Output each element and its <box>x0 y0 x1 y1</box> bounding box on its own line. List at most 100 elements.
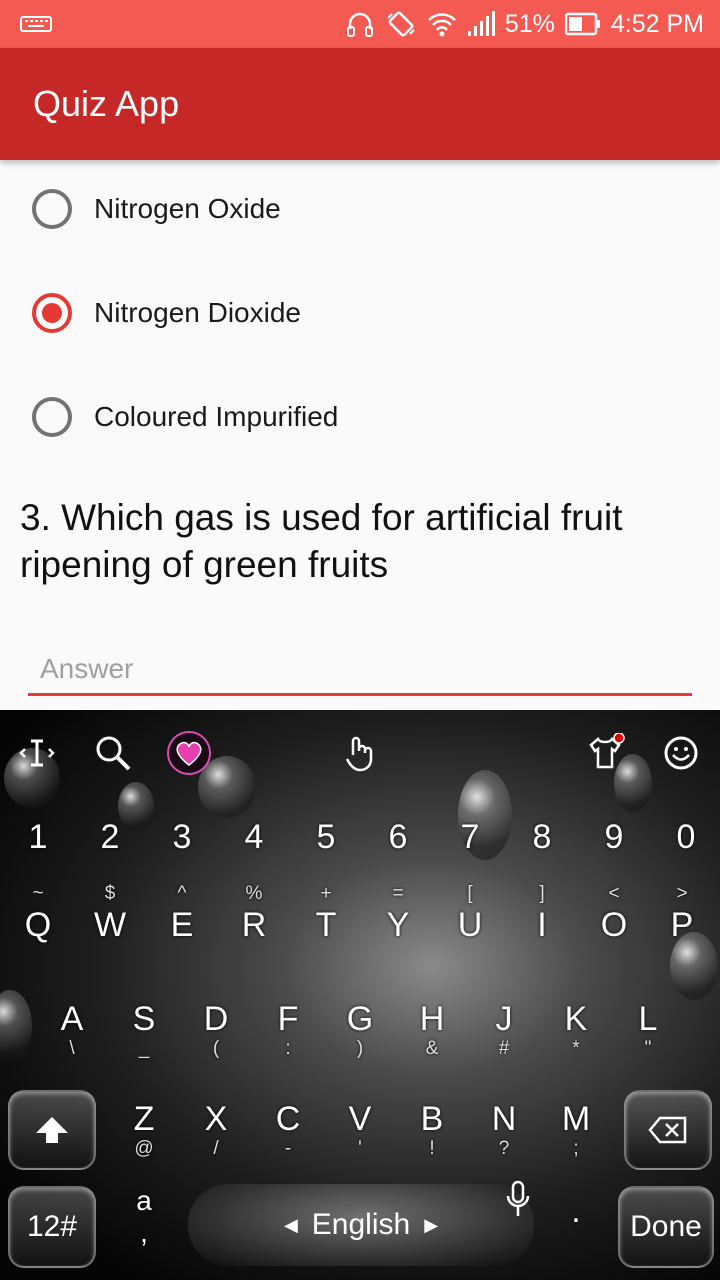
key-e[interactable]: ^ E <box>146 882 218 972</box>
key-g[interactable]: G) <box>324 1000 396 1090</box>
key-9[interactable]: 9 <box>578 818 650 857</box>
question-text: 3. Which gas is used for artificial frui… <box>20 497 623 585</box>
key-4[interactable]: 4 <box>218 818 290 857</box>
key-k[interactable]: K * <box>540 1000 612 1090</box>
search-icon[interactable] <box>90 730 136 776</box>
key-3[interactable]: 3 <box>146 818 218 857</box>
key-alt-symbol: / <box>213 1138 219 1159</box>
backspace-key[interactable] <box>624 1090 712 1170</box>
key-alt-symbol: = <box>392 883 404 904</box>
key-letter: E <box>170 906 194 944</box>
wifi-icon <box>427 10 457 38</box>
key-letter: A <box>60 1000 84 1038</box>
key-s[interactable]: S _ <box>108 1000 180 1090</box>
key-c[interactable]: C- <box>252 1100 324 1190</box>
key-alt-symbol: ] <box>539 883 545 904</box>
battery-percent: 51% <box>504 9 555 38</box>
chevron-right-icon: ▶ <box>424 1214 439 1235</box>
key-alt-symbol: " <box>644 1038 652 1059</box>
key-l[interactable]: L " <box>612 1000 684 1090</box>
key-f[interactable]: F: <box>252 1000 324 1090</box>
option-nitrogen-dioxide[interactable]: Nitrogen Dioxide <box>32 283 301 343</box>
key-a-comma[interactable]: a , <box>108 1182 180 1272</box>
emoji-icon[interactable] <box>658 730 704 776</box>
key-8[interactable]: 8 <box>506 818 578 857</box>
gesture-icon[interactable] <box>336 730 382 776</box>
key-d[interactable]: D( <box>180 1000 252 1090</box>
key-alt-symbol: : <box>285 1038 291 1059</box>
key-j[interactable]: J # <box>468 1000 540 1090</box>
key-z[interactable]: Z @ <box>108 1100 180 1190</box>
app-title: Quiz App <box>33 83 180 124</box>
radio-button[interactable] <box>32 189 72 229</box>
key-o[interactable]: < O <box>578 882 650 972</box>
key-letter: J <box>495 1000 513 1038</box>
key-w[interactable]: $ W <box>74 882 146 972</box>
quiz-content: Nitrogen Oxide Nitrogen Dioxide Coloured… <box>0 160 720 710</box>
shift-arrow-icon <box>36 1117 68 1143</box>
key-letter: K <box>564 1000 588 1038</box>
key-q[interactable]: ~ Q <box>2 882 74 972</box>
cursor-icon[interactable] <box>14 730 60 776</box>
key-alt-symbol: & <box>425 1038 439 1059</box>
key-alt-symbol: _ <box>138 1038 150 1059</box>
key-alt-symbol: ? <box>498 1138 510 1159</box>
key-alt-symbol: - <box>284 1138 292 1159</box>
heart-sticker-icon[interactable] <box>166 730 212 776</box>
option-label: Coloured Impurified <box>94 401 339 432</box>
key-b[interactable]: B! <box>396 1100 468 1190</box>
shift-key[interactable] <box>8 1090 96 1170</box>
key-i[interactable]: ] I <box>506 882 578 972</box>
key-period[interactable]: . <box>540 1192 612 1280</box>
key-alt-symbol: \ <box>69 1038 75 1059</box>
key-1[interactable]: 1 <box>2 818 74 857</box>
key-0[interactable]: 0 <box>650 818 720 857</box>
num-toggle-key[interactable]: 12# <box>8 1186 96 1268</box>
key-7[interactable]: 7 <box>434 818 506 857</box>
backspace-icon <box>648 1116 687 1144</box>
key-6[interactable]: 6 <box>362 818 434 857</box>
key-r[interactable]: % R <box>218 882 290 972</box>
theme-shirt-icon[interactable] <box>582 730 628 776</box>
done-key[interactable]: Done <box>618 1186 714 1268</box>
key-letter: Z <box>133 1100 155 1138</box>
key-alt-symbol: # <box>498 1038 510 1059</box>
key-alt-symbol: ) <box>356 1038 364 1059</box>
key-letter: H <box>419 1000 445 1038</box>
key-letter: a <box>136 1185 152 1216</box>
key-alt-symbol: [ <box>467 883 473 904</box>
key-letter: I <box>537 906 547 944</box>
key-alt-symbol: , <box>140 1217 148 1248</box>
key-n[interactable]: N? <box>468 1100 540 1190</box>
key-v[interactable]: V ' <box>324 1100 396 1190</box>
key-t[interactable]: + T <box>290 882 362 972</box>
radio-button[interactable] <box>32 397 72 437</box>
key-u[interactable]: [U <box>434 882 506 972</box>
key-alt-symbol: ! <box>429 1138 435 1159</box>
key-x[interactable]: X / <box>180 1100 252 1190</box>
key-h[interactable]: H & <box>396 1000 468 1090</box>
vibrate-icon <box>385 8 417 40</box>
key-letter: U <box>457 906 483 944</box>
option-label: Nitrogen Oxide <box>94 193 281 224</box>
key-m[interactable]: M; <box>540 1100 612 1190</box>
key-a[interactable]: A \ <box>36 1000 108 1090</box>
radio-button-selected[interactable] <box>32 293 72 333</box>
screen: 51% 4:52 PM Quiz App Nitrogen Oxide Nitr… <box>0 0 720 1280</box>
key-letter: P <box>670 906 694 944</box>
app-bar: Quiz App <box>0 48 720 160</box>
key-p[interactable]: > P <box>646 882 718 972</box>
option-coloured-impurified[interactable]: Coloured Impurified <box>32 387 338 447</box>
clock: 4:52 PM <box>610 9 704 38</box>
battery-icon <box>564 12 601 36</box>
key-letter: Q <box>24 906 52 944</box>
key-y[interactable]: = Y <box>362 882 434 972</box>
option-nitrogen-oxide[interactable]: Nitrogen Oxide <box>32 179 281 239</box>
answer-input[interactable] <box>28 644 692 696</box>
key-alt-symbol: ^ <box>177 883 187 904</box>
key-2[interactable]: 2 <box>74 818 146 857</box>
headphones-icon <box>345 9 375 39</box>
key-alt-symbol: @ <box>134 1138 154 1159</box>
key-letter: R <box>241 906 267 944</box>
key-5[interactable]: 5 <box>290 818 362 857</box>
